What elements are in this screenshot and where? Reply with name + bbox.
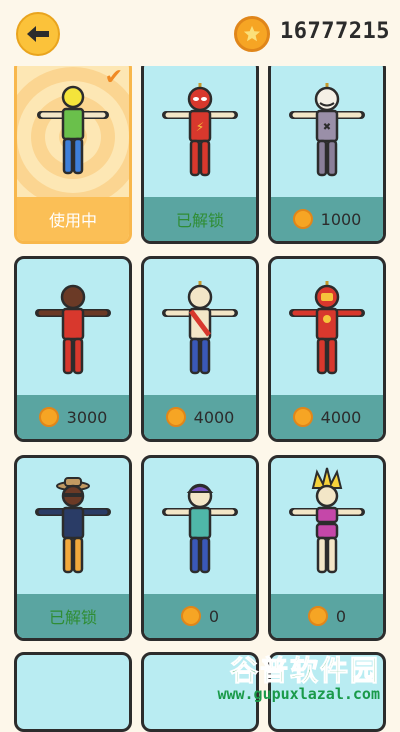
skin-status-label: 已解锁 xyxy=(175,211,224,230)
skin-card-2-bar: 已解锁 xyxy=(144,197,256,241)
skin-card-8-bar: 0 xyxy=(144,594,256,638)
skin-card-7[interactable]: 已解锁 xyxy=(14,455,132,641)
watermark-title: 谷普软件园 xyxy=(229,654,380,688)
skin-card-3[interactable]: ✖ 1000 xyxy=(268,58,386,244)
skin-price: 3000 xyxy=(66,407,108,427)
skin-card-10[interactable] xyxy=(14,652,132,732)
skin-price: 1000 xyxy=(320,209,362,229)
skin-price: 4000 xyxy=(320,407,362,427)
coin-icon xyxy=(307,606,328,626)
skin-card-2[interactable]: ⚡ 已解锁 xyxy=(141,58,259,244)
star-icon xyxy=(243,25,261,42)
watermark-url: www.gupuxlazal.com xyxy=(217,685,380,703)
skin-card-7-bar: 已解锁 xyxy=(17,594,129,638)
back-button[interactable] xyxy=(16,12,60,56)
watermark: 谷普软件园 www.gupuxlazal.com xyxy=(214,649,394,705)
skin-price: 0 xyxy=(335,606,347,626)
coin-icon xyxy=(180,606,201,626)
skin-card-1-bar: 使用中 xyxy=(17,197,129,241)
skin-card-6[interactable]: 4000 xyxy=(268,256,386,442)
skin-card-4[interactable]: 3000 xyxy=(14,256,132,442)
svg-text:⚡: ⚡ xyxy=(196,120,204,134)
coin-balance: 16777215 xyxy=(280,19,390,44)
top-bar: 16777215 xyxy=(0,0,400,66)
checkmark-icon: ✔ xyxy=(104,65,123,90)
skin-card-3-bar: 1000 xyxy=(271,197,383,241)
skin-grid: ✔ 使用中 ⚡ 已解锁 ✖ 1000 3000 4000 4000 已解锁 0 … xyxy=(0,0,400,732)
skin-card-5[interactable]: 4000 xyxy=(141,256,259,442)
skin-card-5-bar: 4000 xyxy=(144,395,256,439)
coin-icon xyxy=(292,407,313,427)
coin-icon xyxy=(234,16,270,52)
coin-icon xyxy=(165,407,186,427)
coin-icon xyxy=(38,407,59,427)
svg-text:✖: ✖ xyxy=(323,122,331,133)
coin-icon xyxy=(292,209,313,229)
skin-status-label: 使用中 xyxy=(48,211,97,230)
skin-status-label: 已解锁 xyxy=(48,608,97,627)
skin-card-6-bar: 4000 xyxy=(271,395,383,439)
skin-card-1[interactable]: ✔ 使用中 xyxy=(14,58,132,244)
skin-price: 4000 xyxy=(193,407,235,427)
skin-price: 0 xyxy=(208,606,220,626)
skin-card-8[interactable]: 0 xyxy=(141,455,259,641)
skin-card-9[interactable]: 0 xyxy=(268,455,386,641)
skin-card-9-bar: 0 xyxy=(271,594,383,638)
skin-card-4-bar: 3000 xyxy=(17,395,129,439)
arrow-left-icon xyxy=(27,26,49,42)
